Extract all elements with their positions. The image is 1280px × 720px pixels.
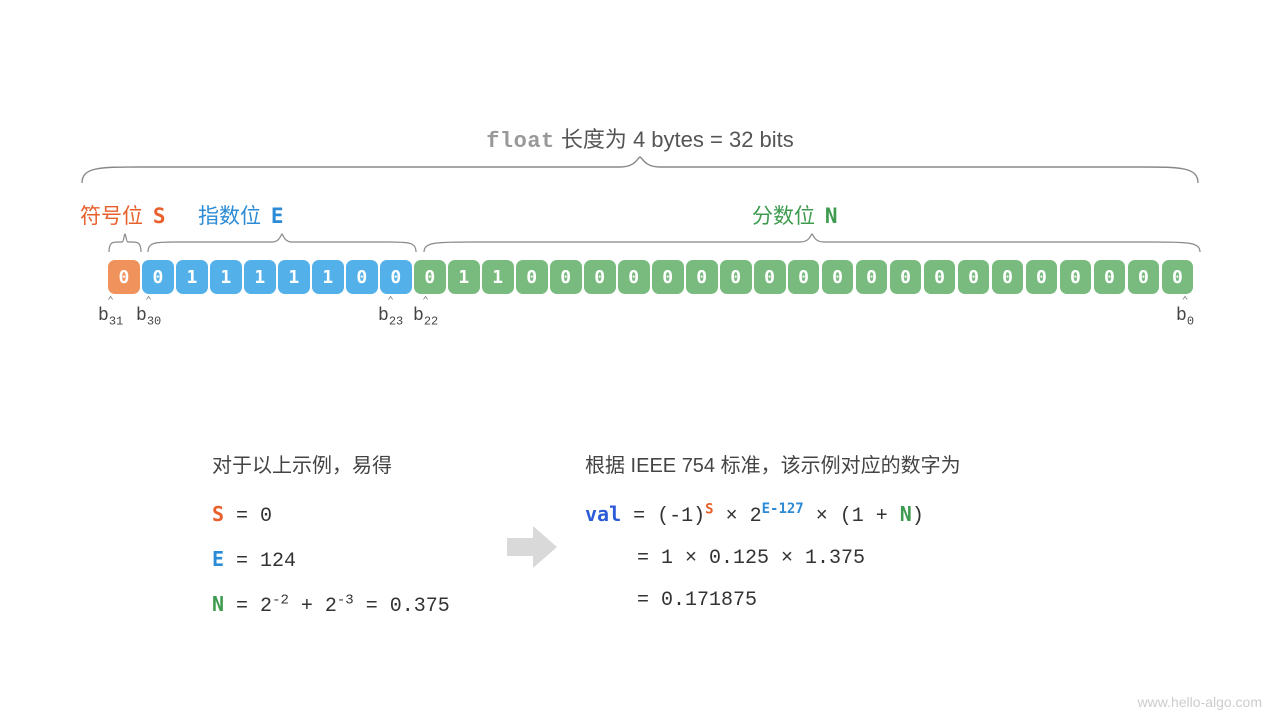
fraction-brace	[422, 232, 1202, 254]
sign-section-label: 符号位 S	[80, 200, 166, 230]
bit-index-0: ⌃ b0	[1176, 298, 1194, 329]
bit-frac: 0	[1026, 260, 1058, 294]
caret-icon: ⌃	[413, 298, 438, 306]
bit-index-31: ⌃ b31	[98, 298, 123, 329]
bit-frac: 0	[720, 260, 752, 294]
bit-exp: 1	[244, 260, 276, 294]
bit-frac: 0	[788, 260, 820, 294]
arrow-icon	[507, 526, 557, 568]
caret-icon: ⌃	[98, 298, 123, 306]
bit-frac: 0	[652, 260, 684, 294]
bit-frac: 0	[686, 260, 718, 294]
bit-frac: 0	[822, 260, 854, 294]
bit-exp: 0	[380, 260, 412, 294]
bit-index-23: ⌃ b23	[378, 298, 403, 329]
bit-frac: 1	[448, 260, 480, 294]
bit-exp: 1	[210, 260, 242, 294]
val-step2: = 1 × 0.125 × 1.375	[585, 538, 961, 580]
bit-exp: 0	[142, 260, 174, 294]
bit-frac: 0	[414, 260, 446, 294]
right-heading: 根据 IEEE 754 标准，该示例对应的数字为	[585, 445, 961, 487]
bit-exp: 1	[278, 260, 310, 294]
bit-frac: 0	[584, 260, 616, 294]
exponent-section-label: 指数位 E	[198, 200, 284, 230]
bit-frac: 0	[958, 260, 990, 294]
bit-frac: 0	[516, 260, 548, 294]
bit-frac: 0	[618, 260, 650, 294]
bit-frac: 0	[1060, 260, 1092, 294]
caret-icon: ⌃	[136, 298, 161, 306]
bit-frac: 0	[992, 260, 1024, 294]
fraction-section-label: 分数位 N	[752, 200, 838, 230]
caret-icon: ⌃	[378, 298, 403, 306]
bit-index-30: ⌃ b30	[136, 298, 161, 329]
e-equation: E = 124	[212, 538, 450, 583]
n-equation: N = 2-2 + 2-3 = 0.375	[212, 583, 450, 628]
bit-frac: 0	[1128, 260, 1160, 294]
val-formula: val = (-1)S × 2E-127 × (1 + N)	[585, 493, 961, 538]
bit-index-22: ⌃ b22	[413, 298, 438, 329]
sign-brace	[108, 232, 142, 254]
bits-row: 0 0 1 1 1 1 1 0 0 0 1 1 0 0 0 0 0 0 0 0 …	[108, 260, 1193, 294]
bit-frac: 0	[1094, 260, 1126, 294]
bit-frac: 0	[924, 260, 956, 294]
ieee754-formula: 根据 IEEE 754 标准，该示例对应的数字为 val = (-1)S × 2…	[585, 445, 961, 622]
example-values: 对于以上示例，易得 S = 0 E = 124 N = 2-2 + 2-3 = …	[212, 445, 450, 628]
top-brace	[80, 155, 1200, 185]
bit-frac: 0	[754, 260, 786, 294]
bit-exp: 1	[176, 260, 208, 294]
title-text: 长度为 4 bytes = 32 bits	[555, 127, 794, 152]
bit-sign: 0	[108, 260, 140, 294]
exponent-brace	[146, 232, 418, 254]
title-keyword: float	[486, 129, 555, 154]
val-result: = 0.171875	[585, 580, 961, 622]
bit-frac: 0	[550, 260, 582, 294]
bit-frac: 0	[1162, 260, 1194, 294]
watermark: www.hello-algo.com	[1138, 694, 1263, 710]
s-equation: S = 0	[212, 493, 450, 538]
bit-exp: 1	[312, 260, 344, 294]
bit-frac: 1	[482, 260, 514, 294]
bit-exp: 0	[346, 260, 378, 294]
bit-frac: 0	[856, 260, 888, 294]
diagram-title: float 长度为 4 bytes = 32 bits	[0, 122, 1280, 154]
caret-icon: ⌃	[1176, 298, 1194, 306]
left-heading: 对于以上示例，易得	[212, 445, 450, 487]
bit-frac: 0	[890, 260, 922, 294]
